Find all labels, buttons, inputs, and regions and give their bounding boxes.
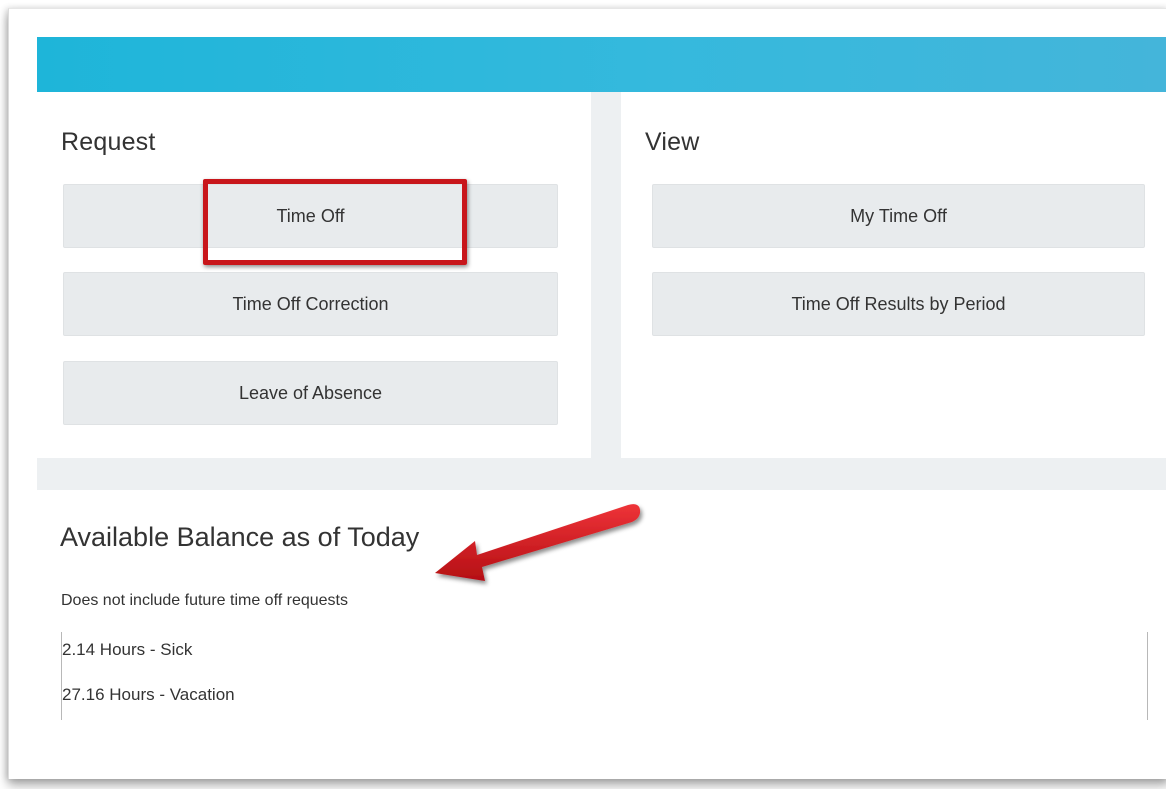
balance-title: Available Balance as of Today (60, 522, 420, 552)
balance-item-sick: 2.14 Hours - Sick (62, 640, 193, 659)
time-off-results-by-period-button[interactable]: Time Off Results by Period (652, 272, 1145, 336)
balance-item-vacation: 27.16 Hours - Vacation (62, 685, 235, 704)
request-panel-title: Request (61, 128, 156, 156)
view-panel-title: View (645, 128, 700, 156)
leave-of-absence-button[interactable]: Leave of Absence (63, 361, 558, 425)
my-time-off-button[interactable]: My Time Off (652, 184, 1145, 248)
time-off-button[interactable]: Time Off (63, 184, 558, 248)
red-arrow-annotation-icon (435, 504, 641, 581)
request-panel: Request Time Off Time Off Correction Lea… (37, 92, 591, 458)
balance-note: Does not include future time off request… (61, 592, 348, 609)
time-off-correction-button[interactable]: Time Off Correction (63, 272, 558, 336)
view-panel: View My Time Off Time Off Results by Per… (621, 92, 1166, 458)
balance-list: 2.14 Hours - Sick 27.16 Hours - Vacation (61, 632, 1148, 720)
